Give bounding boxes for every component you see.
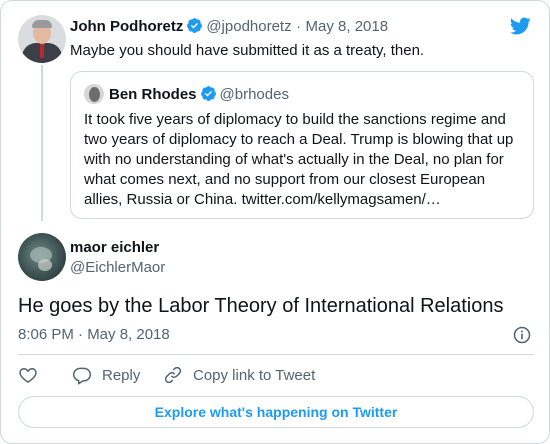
separator-dot: · (296, 18, 302, 35)
parent-author-handle[interactable]: @jpodhoretz (206, 18, 291, 35)
quoted-tweet[interactable]: Ben Rhodes @brhodes It took five years of… (70, 71, 534, 219)
reply-icon (72, 367, 92, 385)
thread-connector-line (41, 65, 43, 221)
main-author-handle[interactable]: @EichlerMaor (70, 259, 165, 276)
copy-link-label: Copy link to Tweet (193, 366, 316, 384)
quoted-tweet-header: Ben Rhodes @brhodes (109, 85, 289, 104)
embedded-tweet-card: John Podhoretz @jpodhoretz · May 8, 2018 … (0, 0, 550, 444)
parent-tweet-text: Maybe you should have submitted it as a … (70, 42, 425, 59)
maor-eichler-avatar[interactable] (18, 233, 66, 281)
quoted-author-name: Ben Rhodes (109, 86, 197, 103)
reply-button[interactable]: Reply (72, 365, 140, 385)
twitter-bird-icon[interactable] (508, 15, 532, 37)
reply-label: Reply (102, 366, 141, 384)
ben-rhodes-avatar (84, 84, 104, 104)
main-tweet-text: He goes by the Labor Theory of Internati… (18, 295, 504, 317)
like-button[interactable] (18, 365, 48, 385)
quoted-author-handle: @brhodes (219, 86, 289, 103)
actions-divider (18, 354, 534, 355)
explore-twitter-button[interactable]: Explore what's happening on Twitter (18, 396, 534, 428)
parent-tweet-header: John Podhoretz @jpodhoretz · May 8, 2018 (70, 17, 388, 36)
info-icon[interactable] (512, 325, 532, 345)
heart-icon (19, 367, 37, 383)
parent-tweet-date[interactable]: May 8, 2018 (306, 18, 389, 35)
copy-link-button[interactable]: Copy link to Tweet (163, 365, 315, 385)
link-icon (164, 366, 182, 384)
parent-author-name[interactable]: John Podhoretz (70, 18, 183, 35)
john-podhoretz-avatar[interactable] (18, 15, 66, 63)
main-tweet-timestamp[interactable]: 8:06 PM · May 8, 2018 (18, 326, 170, 343)
quoted-tweet-text: It took five years of diplomacy to build… (84, 111, 514, 208)
verified-badge-icon (200, 86, 216, 101)
verified-badge-icon (187, 18, 203, 33)
main-author-name[interactable]: maor eichler (70, 239, 159, 256)
